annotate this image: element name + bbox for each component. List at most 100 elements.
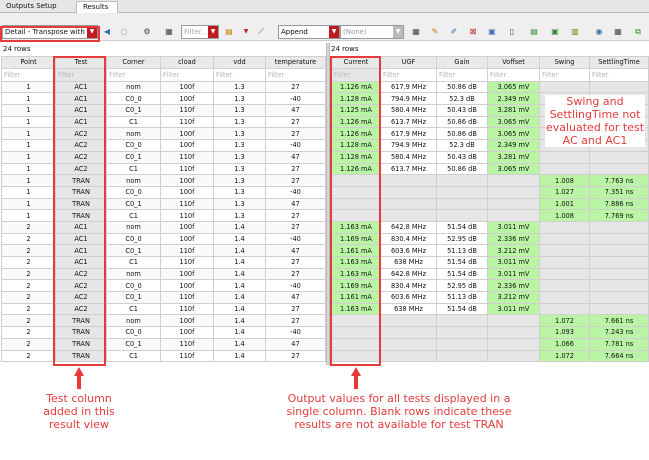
- column-header-corner[interactable]: Corner: [106, 56, 161, 69]
- table-cell[interactable]: 110f: [160, 244, 214, 257]
- table-cell[interactable]: 1.4: [213, 244, 266, 257]
- table-cell[interactable]: 3.011 mV: [487, 220, 540, 234]
- table-cell[interactable]: C1: [106, 302, 161, 316]
- filter-input[interactable]: Filter: [213, 67, 266, 82]
- table-cell[interactable]: 110f: [160, 115, 214, 129]
- table-cell[interactable]: 1: [1, 92, 56, 106]
- table-cell[interactable]: 1: [1, 104, 56, 117]
- page-icon[interactable]: ▯: [506, 26, 518, 38]
- run-icon[interactable]: ▣: [549, 26, 561, 38]
- table-cell[interactable]: 1: [1, 139, 56, 152]
- table-row[interactable]: 1 AC2 C0_1 110f 1.3 47: [1, 150, 326, 164]
- table-cell[interactable]: 580.4 MHz: [380, 104, 437, 117]
- table-cell[interactable]: [589, 256, 649, 269]
- table-cell[interactable]: 47: [265, 291, 326, 304]
- table-cell[interactable]: nom: [106, 267, 161, 281]
- table-cell[interactable]: [487, 349, 540, 363]
- table-cell[interactable]: 3.011 mV: [487, 256, 540, 269]
- column-header-vdd[interactable]: vdd: [213, 56, 266, 69]
- table-cell[interactable]: [380, 174, 437, 187]
- table-cell[interactable]: 2: [1, 232, 56, 246]
- table-cell[interactable]: 1.4: [213, 267, 266, 281]
- settings-icon[interactable]: ⚙: [141, 26, 153, 38]
- table-cell[interactable]: [380, 326, 437, 339]
- filter-input[interactable]: Filter: [160, 67, 214, 82]
- table-cell[interactable]: [436, 337, 488, 351]
- table-cell[interactable]: [380, 197, 437, 211]
- table-cell[interactable]: 110f: [160, 150, 214, 164]
- table-cell[interactable]: 7.781 ns: [589, 337, 649, 351]
- table-cell[interactable]: 27: [265, 256, 326, 269]
- table-cell[interactable]: -40: [265, 232, 326, 246]
- tab-outputs-setup[interactable]: Outputs Setup: [0, 1, 70, 13]
- table-cell[interactable]: 1: [1, 197, 56, 211]
- table-cell[interactable]: 1.066: [539, 337, 590, 351]
- table-cell[interactable]: 1.4: [213, 349, 266, 363]
- table-cell[interactable]: C1: [106, 162, 161, 176]
- table-cell[interactable]: [436, 209, 488, 222]
- table-cell[interactable]: 830.4 MHz: [380, 232, 437, 246]
- table-row[interactable]: 1 AC2 nom 100f 1.3 27: [1, 127, 326, 141]
- column-header-cload[interactable]: cload: [160, 56, 214, 69]
- table-cell[interactable]: 50.86 dB: [436, 80, 488, 94]
- table-cell[interactable]: [539, 150, 590, 164]
- table-cell[interactable]: 1: [1, 80, 56, 94]
- table-cell[interactable]: 1: [1, 115, 56, 129]
- table-cell[interactable]: 100f: [160, 92, 214, 106]
- filter-input[interactable]: Filter: [265, 67, 326, 82]
- table-row[interactable]: 2 TRAN nom 100f 1.4 27: [1, 314, 326, 328]
- table-row[interactable]: 1 TRAN C0_1 110f 1.3 47: [1, 197, 326, 211]
- table-cell[interactable]: 617.9 MHz: [380, 80, 437, 94]
- table-cell[interactable]: 1.3: [213, 162, 266, 176]
- table-cell[interactable]: 27: [265, 80, 326, 94]
- back-icon[interactable]: ◀: [101, 26, 113, 38]
- table-row[interactable]: 1 AC2 C0_0 100f 1.3 -40: [1, 139, 326, 152]
- table-cell[interactable]: 100f: [160, 314, 214, 328]
- table-cell[interactable]: 1.072: [539, 314, 590, 328]
- table-cell[interactable]: 7.243 ns: [589, 326, 649, 339]
- table-cell[interactable]: 110f: [160, 162, 214, 176]
- table-cell[interactable]: 27: [265, 127, 326, 141]
- table-cell[interactable]: C0_0: [106, 92, 161, 106]
- table-cell[interactable]: 2: [1, 337, 56, 351]
- table-cell[interactable]: [436, 174, 488, 187]
- table-cell[interactable]: 2: [1, 349, 56, 363]
- table-cell[interactable]: 638 MHz: [380, 302, 437, 316]
- table-cell[interactable]: 47: [265, 337, 326, 351]
- table-row[interactable]: 2 AC1 nom 100f 1.4 27: [1, 220, 326, 234]
- table-cell[interactable]: 110f: [160, 337, 214, 351]
- table-cell[interactable]: 1.3: [213, 127, 266, 141]
- calculator-icon[interactable]: ▦: [410, 26, 422, 38]
- table-cell[interactable]: 7.886 ns: [589, 197, 649, 211]
- table-row[interactable]: 1 AC1 C0_0 100f 1.3 -40: [1, 92, 326, 106]
- edit-icon[interactable]: ✐: [448, 26, 460, 38]
- table-cell[interactable]: [436, 185, 488, 199]
- filter-select[interactable]: Filter... ▼: [181, 25, 219, 39]
- table-cell[interactable]: C0_0: [106, 185, 161, 199]
- column-header-voffset[interactable]: Voffset: [487, 56, 540, 69]
- table-cell[interactable]: 51.13 dB: [436, 244, 488, 257]
- table-cell[interactable]: 1.072: [539, 349, 590, 363]
- table-cell[interactable]: 100f: [160, 80, 214, 94]
- table-cell[interactable]: 1.3: [213, 92, 266, 106]
- table-cell[interactable]: 7.763 ns: [589, 174, 649, 187]
- table-cell[interactable]: [380, 209, 437, 222]
- table-cell[interactable]: [539, 232, 590, 246]
- table-cell[interactable]: 27: [265, 302, 326, 316]
- table-cell[interactable]: 50.43 dB: [436, 150, 488, 164]
- table-cell[interactable]: C0_1: [106, 291, 161, 304]
- table-cell[interactable]: nom: [106, 314, 161, 328]
- table-cell[interactable]: C0_1: [106, 150, 161, 164]
- table-cell[interactable]: 613.7 MHz: [380, 162, 437, 176]
- table-row[interactable]: 2 TRAN C0_1 110f 1.4 47: [1, 337, 326, 351]
- table-cell[interactable]: 1.4: [213, 256, 266, 269]
- table-cell[interactable]: 7.769 ns: [589, 209, 649, 222]
- table-cell[interactable]: 3.065 mV: [487, 127, 540, 141]
- table-cell[interactable]: 1.4: [213, 337, 266, 351]
- table-cell[interactable]: 1.3: [213, 80, 266, 94]
- table-row[interactable]: 2 AC2 nom 100f 1.4 27: [1, 267, 326, 281]
- table-cell[interactable]: 100f: [160, 220, 214, 234]
- table-cell[interactable]: 51.13 dB: [436, 291, 488, 304]
- table-cell[interactable]: 603.6 MHz: [380, 291, 437, 304]
- table-cell[interactable]: 2: [1, 267, 56, 281]
